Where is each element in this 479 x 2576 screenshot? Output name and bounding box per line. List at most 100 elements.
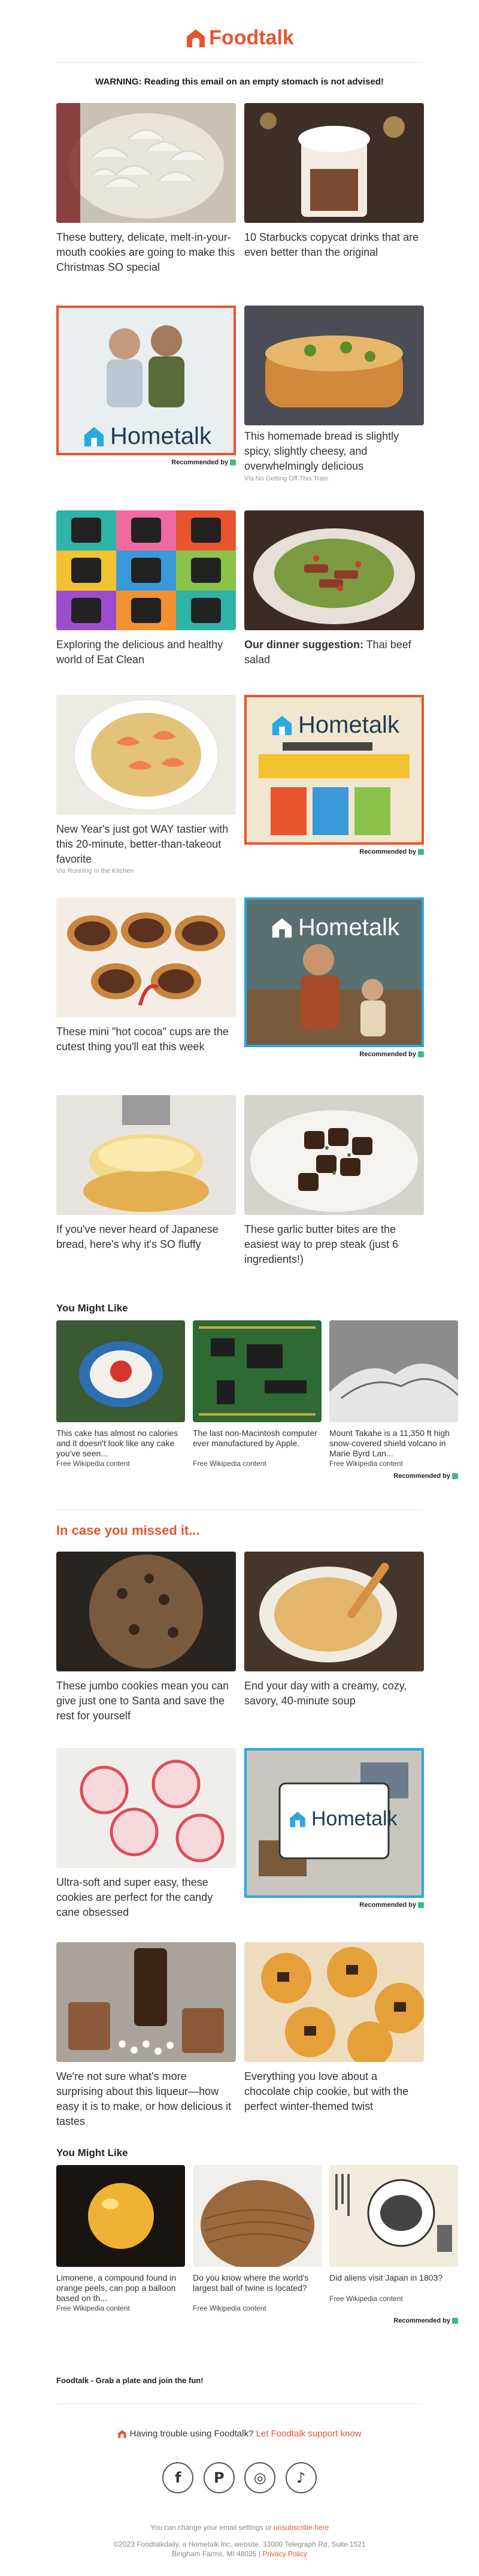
settings-text: You can change your email settings or (150, 2523, 272, 2532)
recommended-label: Recommended by (171, 459, 228, 466)
card-caption[interactable]: These jumbo cookies mean you can give ju… (56, 1679, 236, 1724)
zergnet-icon (452, 2318, 458, 2324)
wiki-twine-ball-image[interactable] (193, 2165, 322, 2267)
wiki-source: Free Wikipedia content (329, 2294, 403, 2303)
caption-bold: Our dinner suggestion: (244, 639, 364, 651)
card-caption[interactable]: Everything you love about a chocolate ch… (244, 2069, 424, 2114)
recommended-label: Recommended by (359, 848, 416, 855)
hometalk-ad[interactable]: Hometalk (244, 695, 424, 845)
wiki-source: Free Wikipedia content (193, 1459, 266, 1468)
email-settings-line: You can change your email settings or un… (0, 2523, 479, 2532)
address-text: Bingham Farms, MI 48025 (172, 2550, 257, 2558)
thai-beef-salad-image[interactable] (244, 510, 424, 630)
recommended-by[interactable]: Recommended by (278, 2317, 458, 2324)
card-caption[interactable]: Exploring the delicious and healthy worl… (56, 637, 236, 667)
wiki-caption[interactable]: Did aliens visit Japan in 1803? (329, 2273, 458, 2283)
hometalk-house-icon (290, 1811, 305, 1827)
via-source[interactable]: Via No Getting Off This Train (244, 475, 328, 482)
wiki-cake-image[interactable] (56, 1320, 185, 1422)
card-caption[interactable]: These mini "hot cocoa" cups are the cute… (56, 1024, 236, 1054)
candy-cane-cookies-image[interactable] (56, 1748, 236, 1868)
warning-text: WARNING: Reading this email on an empty … (95, 77, 384, 87)
card-caption[interactable]: Our dinner suggestion: Thai beef salad (244, 637, 424, 667)
support-text: Having trouble using Foodtalk? (129, 2429, 254, 2439)
wiki-limonene-image[interactable] (56, 2165, 185, 2267)
privacy-policy-link[interactable]: Privacy Policy (262, 2550, 307, 2558)
foodtalk-logo-icon (187, 29, 205, 47)
liqueur-image[interactable] (56, 1942, 236, 2062)
jumbo-cookie-image[interactable] (56, 1552, 236, 1671)
via-source[interactable]: Via Running in the Kitchen (56, 867, 134, 875)
company-address: ©2023 Foodtalkdaily, a Hometalk Inc. web… (113, 2540, 366, 2548)
wiki-source: Free Wikipedia content (193, 2304, 266, 2312)
card-caption[interactable]: This homemade bread is slightly spicy, s… (244, 429, 424, 474)
wiki-source: Free Wikipedia content (329, 1459, 403, 1468)
hometalk-ad[interactable]: Hometalk (56, 306, 236, 455)
recommended-label: Recommended by (359, 1051, 416, 1058)
hometalk-house-icon (84, 427, 104, 446)
hometalk-logo: Hometalk (271, 712, 399, 739)
wiki-computer-image[interactable] (193, 1320, 322, 1422)
instagram-icon[interactable]: ◎ (244, 2462, 276, 2493)
card-caption[interactable]: End your day with a creamy, cozy, savory… (244, 1679, 424, 1709)
unsubscribe-link[interactable]: unsubscribe here (274, 2523, 329, 2532)
you-might-like-title: You Might Like (56, 1302, 128, 1314)
wiki-caption[interactable]: This cake has almost no calories and it … (56, 1428, 185, 1459)
recommended-by[interactable]: Recommended by (278, 1473, 458, 1480)
hometalk-logo: Hometalk (271, 914, 399, 941)
recommended-by[interactable]: Recommended by (244, 1051, 424, 1058)
wiki-caption[interactable]: Mount Takahe is a 11,350 ft high snow-co… (329, 1428, 458, 1459)
recommended-label: Recommended by (393, 2317, 450, 2324)
creamy-soup-image[interactable] (244, 1552, 424, 1671)
garlic-butter-steak-image[interactable] (244, 1095, 424, 1215)
support-line: Having trouble using Foodtalk? Let Foodt… (0, 2429, 479, 2439)
wiki-utsuro-bune-image[interactable] (329, 2165, 458, 2267)
card-caption[interactable]: New Year's just got WAY tastier with thi… (56, 822, 236, 867)
you-might-like-title: You Might Like (56, 2147, 128, 2158)
support-link[interactable]: Let Foodtalk support know (256, 2429, 362, 2439)
wiki-caption[interactable]: Do you know where the world's largest ba… (193, 2273, 322, 2293)
wiki-caption[interactable]: The last non-Macintosh computer ever man… (193, 1428, 322, 1449)
card-caption[interactable]: These buttery, delicate, melt-in-your-mo… (56, 230, 236, 275)
recommended-label: Recommended by (393, 1473, 450, 1480)
divider (56, 2403, 423, 2404)
wiki-volcano-image[interactable] (329, 1320, 458, 1422)
card-caption[interactable]: If you've never heard of Japanese bread,… (56, 1222, 236, 1252)
zergnet-icon (452, 1473, 458, 1480)
brand-name: Foodtalk (209, 26, 294, 49)
hometalk-house-icon (272, 918, 292, 938)
recommended-by[interactable]: Recommended by (56, 459, 236, 466)
cookies-image[interactable] (56, 103, 236, 223)
hometalk-ad[interactable]: Hometalk (244, 897, 424, 1047)
hometalk-ad[interactable]: Hometalk (244, 1748, 424, 1898)
card-caption[interactable]: Ultra-soft and super easy, these cookies… (56, 1875, 236, 1920)
hometalk-wordmark: Hometalk (298, 712, 399, 738)
card-caption[interactable]: We're not sure what's more surprising ab… (56, 2069, 236, 2129)
starbucks-drinks-image[interactable] (244, 103, 424, 223)
recommended-by[interactable]: Recommended by (244, 1901, 424, 1909)
hometalk-logo: Hometalk (83, 423, 211, 450)
footer-tagline: Foodtalk - Grab a plate and join the fun… (56, 2376, 204, 2385)
card-caption[interactable]: 10 Starbucks copycat drinks that are eve… (244, 230, 424, 260)
wiki-caption[interactable]: Limonene, a compound found in orange pee… (56, 2273, 185, 2303)
recommended-by[interactable]: Recommended by (244, 848, 424, 855)
eat-clean-image[interactable] (56, 510, 236, 630)
winter-cookie-image[interactable] (244, 1942, 424, 2062)
zergnet-icon (418, 1051, 424, 1058)
zergnet-icon (418, 849, 424, 855)
shrimp-noodles-image[interactable] (56, 695, 236, 815)
foodtalk-logo[interactable]: Foodtalk (0, 26, 479, 50)
wiki-source: Free Wikipedia content (56, 2304, 130, 2312)
social-links: f P ◎ ♪ (0, 2462, 479, 2493)
hometalk-house-icon (272, 715, 292, 735)
tiktok-icon[interactable]: ♪ (285, 2462, 317, 2493)
recommended-label: Recommended by (359, 1901, 416, 1909)
japanese-bread-image[interactable] (56, 1095, 236, 1215)
hometalk-wordmark: Hometalk (110, 423, 211, 449)
bread-image[interactable] (244, 306, 424, 425)
pinterest-icon[interactable]: P (203, 2462, 235, 2493)
facebook-icon[interactable]: f (162, 2462, 194, 2493)
hot-cocoa-cups-image[interactable] (56, 897, 236, 1017)
card-caption[interactable]: These garlic butter bites are the easies… (244, 1222, 424, 1267)
email-page: Foodtalk WARNING: Reading this email on … (0, 0, 479, 2576)
